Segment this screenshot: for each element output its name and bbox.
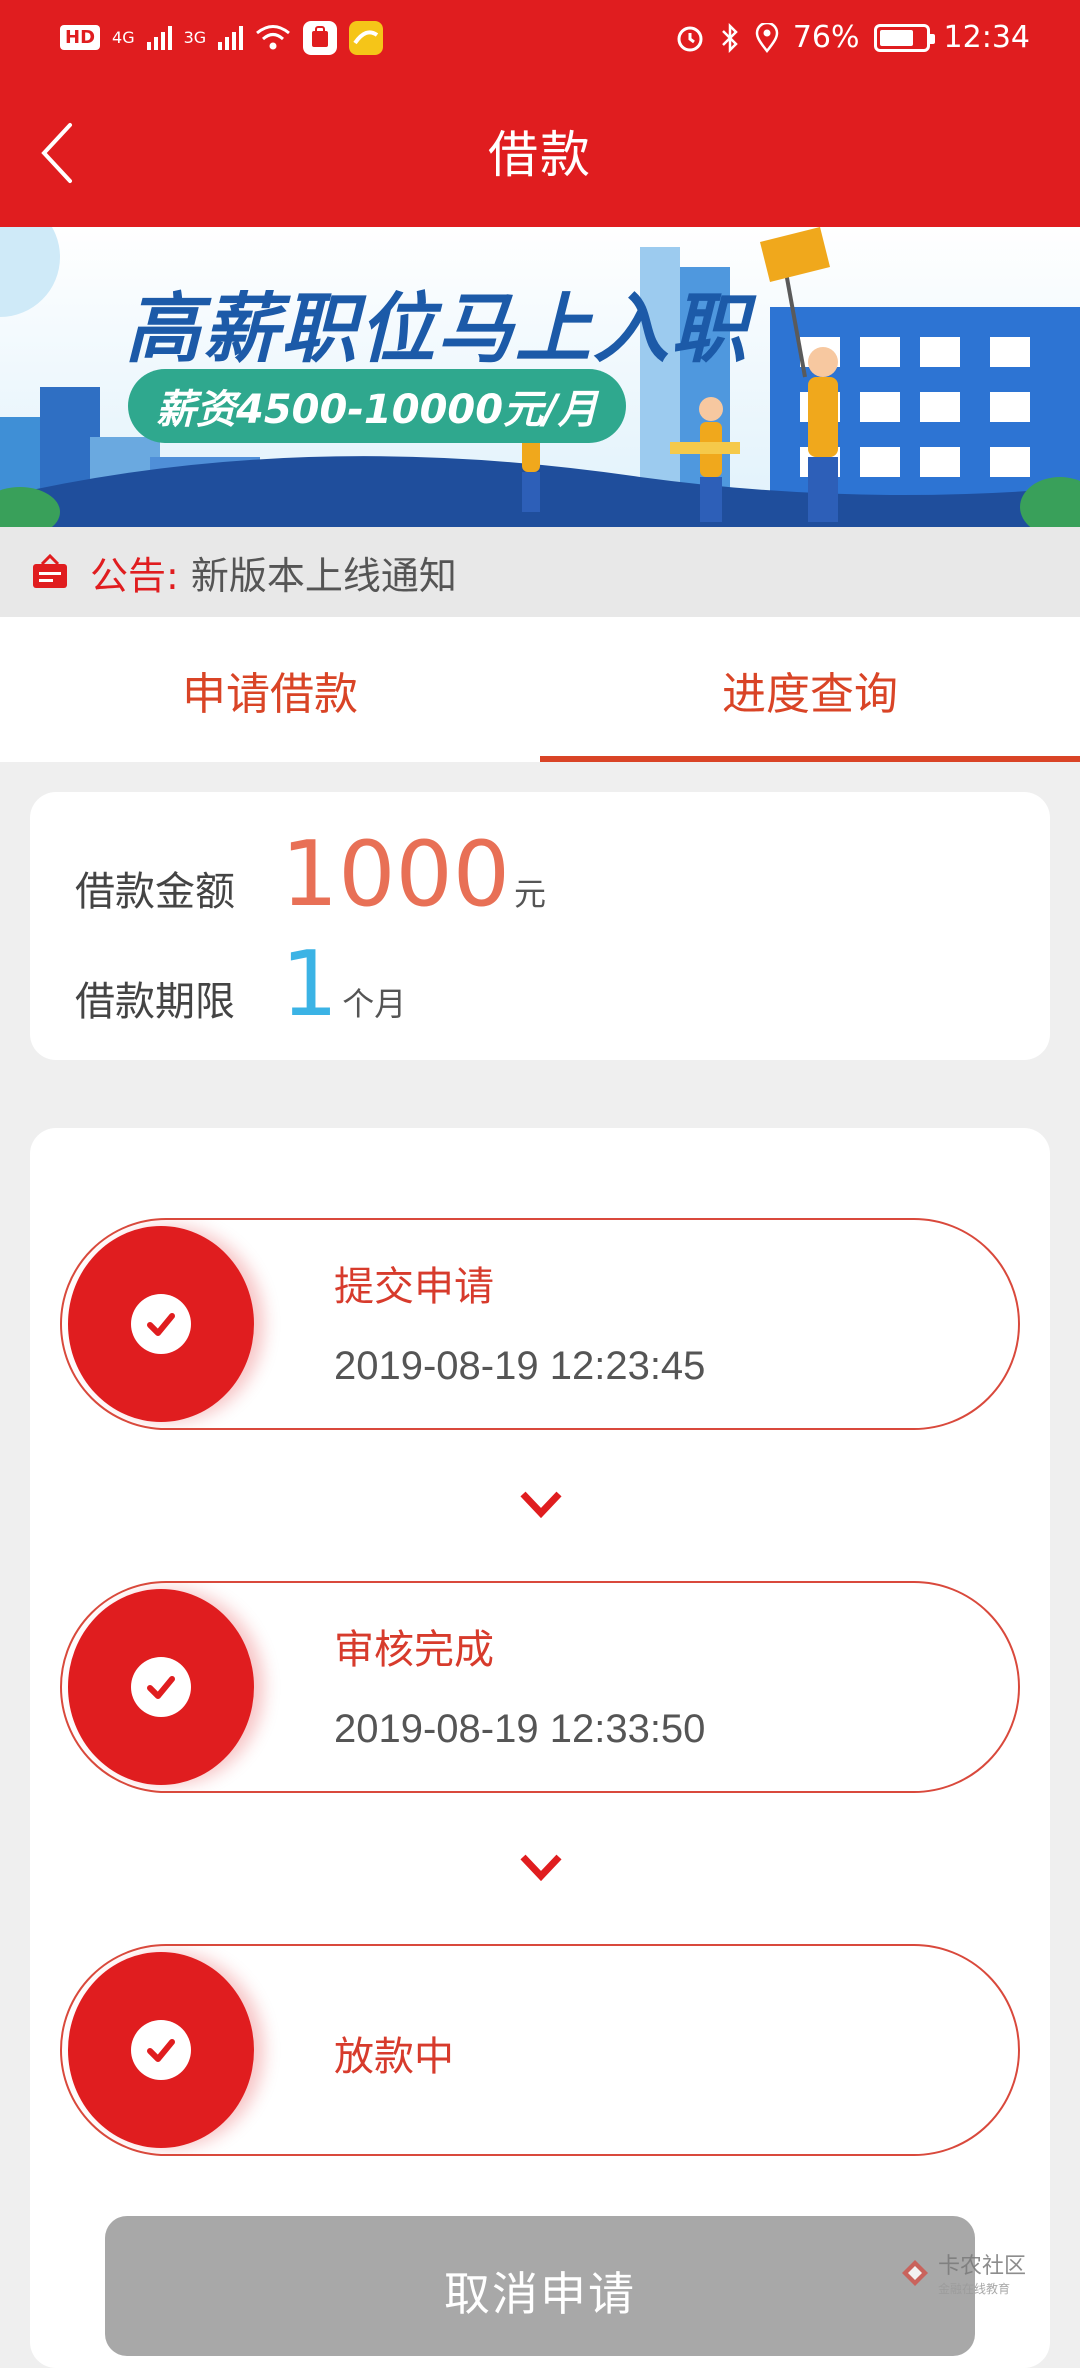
watermark-text: 卡农社区 金融在线教育 [938,2248,1026,2297]
progress-step-reviewed: 审核完成 2019-08-19 12:33:50 [60,1581,1020,1793]
location-icon [755,22,779,53]
signal-icon-2 [218,25,244,50]
watermark: 卡农社区 金融在线教育 [898,2248,1026,2297]
cancel-application-button[interactable]: 取消申请 [105,2216,975,2356]
banner-headline: 高薪职位马上入职 [125,284,749,373]
tab-bar: 申请借款 进度查询 [0,617,1080,762]
promo-banner[interactable]: 高薪职位马上入职 薪资4500-10000元/月 [0,227,1080,527]
app-notification-icon-2 [349,20,384,55]
notice-bar[interactable]: 公告: 新版本上线通知 [0,527,1080,617]
step-title: 提交申请 [334,1264,494,1310]
check-icon [131,1294,191,1354]
loan-summary-card: 借款金额 1000 元 借款期限 1 个月 [30,792,1050,1060]
watermark-sub: 金融在线教育 [938,2282,1011,2296]
loan-term-value: 1 [281,932,339,1037]
network-3g-label: 3G [183,27,207,47]
loan-term-unit: 个月 [342,985,407,1023]
notice-label: 公告: [90,553,179,598]
loan-amount-unit: 元 [514,875,547,913]
tab-progress-query[interactable]: 进度查询 [540,617,1080,762]
step-time: 2019-08-19 12:33:50 [334,1707,706,1751]
hd-badge: HD [60,25,101,50]
check-icon [131,2020,191,2080]
progress-step-disbursing: 放款中 [60,1944,1020,2156]
step-title: 审核完成 [334,1627,494,1673]
loan-amount-row: 借款金额 1000 元 [75,830,546,920]
loan-amount-label: 借款金额 [75,869,235,915]
bluetooth-icon [721,22,738,53]
announcement-icon [33,553,67,588]
network-4g-label: 4G [112,27,135,47]
banner-salary: 薪资4500-10000元/月 [128,369,626,443]
back-arrow-icon[interactable] [18,113,98,193]
page-title: 借款 [488,126,592,184]
step-title: 放款中 [334,2034,454,2080]
wifi-icon [256,24,291,49]
watermark-logo-icon [902,2259,928,2286]
battery-percent: 76% [792,20,860,55]
check-icon [131,1657,191,1717]
tab-apply-loan[interactable]: 申请借款 [0,617,540,762]
app-notification-icon [303,20,338,55]
progress-step-submitted: 提交申请 2019-08-19 12:23:45 [60,1218,1020,1430]
battery-icon [873,23,935,52]
nav-bar: 借款 [0,75,1080,227]
notice-text: 新版本上线通知 [190,553,457,598]
step-circle [68,1952,254,2148]
loan-amount-value: 1000 [281,822,511,927]
step-circle [68,1589,254,1785]
watermark-name: 卡农社区 [938,2254,1027,2279]
loan-term-row: 借款期限 1 个月 [75,940,406,1030]
step-time: 2019-08-19 12:23:45 [334,1344,706,1388]
loan-term-label: 借款期限 [75,979,235,1025]
chevron-down-icon [520,1854,562,1882]
progress-card: 提交申请 2019-08-19 12:23:45 审核完成 2019-08-19… [30,1128,1050,2368]
alarm-icon [677,26,703,51]
chevron-down-icon [520,1491,562,1519]
clock: 12:34 [943,20,1030,55]
step-circle [68,1226,254,1422]
status-bar: HD 4G 3G 76% 12:34 [0,0,1080,75]
signal-icon [146,25,172,50]
